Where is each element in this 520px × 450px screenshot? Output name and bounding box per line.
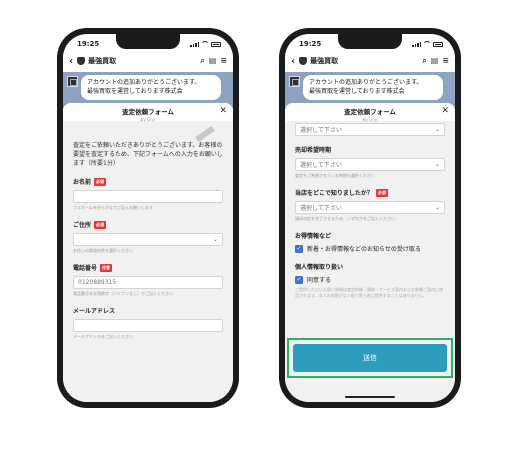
note-icon[interactable]: ▤	[209, 56, 217, 66]
close-icon[interactable]: ✕	[219, 106, 227, 116]
menu-icon[interactable]: ≡	[442, 56, 449, 66]
status-time: 19:25	[77, 40, 100, 48]
phone-right: 19:25 ‹ 最強買取 ⌕ ▤ ≡ アカウントの追加ありがとうございます。 最…	[279, 28, 461, 408]
phone-input[interactable]: 0120889315	[73, 276, 223, 289]
signal-icon	[412, 41, 421, 47]
name-label: お名前 必須	[73, 177, 223, 186]
form-subtitle: by Liny	[362, 117, 378, 122]
bubble-line: アカウントの追加ありがとうございます。	[309, 79, 423, 86]
deals-label: お得情報など	[295, 231, 445, 240]
privacy-checkbox-row[interactable]: ✓ 同意する	[295, 275, 445, 284]
form-header: 査定依頼フォーム by Liny ✕	[285, 103, 455, 122]
chat-bubble: アカウントの追加ありがとうございます。 最強買取を運営しております株式会	[303, 75, 443, 100]
submit-highlight: 送信	[287, 338, 453, 378]
phone-left: 19:25 ‹ 最強買取 ⌕ ▤ ≡ アカウントの追加ありがとうございます。 最…	[57, 28, 239, 408]
bubble-line: 最強買取を運営しております株式会	[309, 87, 405, 95]
submit-button[interactable]: 送信	[293, 344, 447, 372]
phone-hint: 電話番号を半角数字（ハイフンなし）でご記入ください	[73, 291, 173, 296]
phone-label-text: 電話番号	[73, 265, 98, 272]
name-hint: フルネームをひらがなでご記入お願いします	[73, 205, 153, 210]
source-select[interactable]: 選択して下さい ⌄	[295, 201, 445, 214]
required-badge: 必須	[94, 177, 107, 186]
shield-icon	[299, 57, 308, 65]
chat-title: 最強買取	[310, 57, 339, 65]
menu-icon[interactable]: ≡	[220, 56, 227, 66]
name-input[interactable]	[73, 190, 223, 203]
form-sheet: 査定依頼フォーム by Liny ✕ 選択して下さい ⌄ 売却希望時期 選択して…	[285, 103, 455, 402]
screen-right: 19:25 ‹ 最強買取 ⌕ ▤ ≡ アカウントの追加ありがとうございます。 最…	[285, 34, 455, 402]
address-label: ご住所 必須	[73, 220, 223, 229]
chat-header: ‹ 最強買取 ⌕ ▤ ≡	[285, 50, 455, 72]
wifi-icon	[423, 41, 431, 47]
chat-header: ‹ 最強買取 ⌕ ▤ ≡	[63, 50, 233, 72]
back-icon[interactable]: ‹	[69, 56, 73, 67]
form-intro: 査定をご依頼いただきありがとうございます。お客様の要望を査定するため、下記フォー…	[73, 142, 223, 167]
select-placeholder: 選択して下さい	[300, 162, 342, 169]
deals-checkbox-label: 新着・お得情報などのお知らせの受け取る	[307, 246, 421, 253]
select-placeholder: 選択して下さい	[300, 127, 342, 134]
privacy-checkbox-label: 同意する	[307, 277, 332, 284]
phone-placeholder: 0120889315	[78, 279, 117, 286]
privacy-label-text: 個人情報取り扱い	[295, 264, 344, 271]
wifi-icon	[201, 41, 209, 47]
notch	[338, 34, 402, 49]
shield-icon	[77, 57, 86, 65]
bubble-line: 最強買取を運営しております株式会	[87, 87, 183, 95]
screen-left: 19:25 ‹ 最強買取 ⌕ ▤ ≡ アカウントの追加ありがとうございます。 最…	[63, 34, 233, 402]
sale-label: 売却希望時期	[295, 145, 445, 154]
home-indicator	[345, 396, 395, 398]
required-badge: 必須	[375, 188, 388, 197]
chevron-down-icon: ⌄	[434, 126, 440, 133]
optional-badge: 任意	[100, 263, 113, 272]
phone-label: 電話番号 任意	[73, 263, 223, 272]
form-title: 査定依頼フォーム	[344, 108, 396, 116]
avatar[interactable]	[289, 76, 300, 87]
search-icon[interactable]: ⌕	[422, 56, 426, 66]
chevron-down-icon: ⌄	[434, 161, 440, 168]
note-icon[interactable]: ▤	[431, 56, 439, 66]
chevron-down-icon: ⌄	[212, 236, 218, 243]
source-label-text: 当店をどこで知りましたか？	[295, 190, 373, 197]
email-input[interactable]	[73, 319, 223, 332]
address-hint: お住いの都道府県を選択ください	[73, 248, 133, 253]
source-hint: 媒体決定を完了させるため、いずれかをご記入ください	[295, 216, 395, 221]
chevron-down-icon: ⌄	[434, 204, 440, 211]
privacy-notice: ご提供いただいた個人情報は査定依頼・買取・サービス案内および各種ご案内に使用され…	[295, 287, 443, 298]
name-label-text: お名前	[73, 179, 92, 186]
privacy-label: 個人情報取り扱い	[295, 262, 445, 271]
form-sheet: 査定依頼フォーム by Liny ✕ 査定をご依頼いただきありがとうございます。…	[63, 103, 233, 402]
battery-icon	[211, 41, 221, 47]
battery-icon	[433, 41, 443, 47]
pen-icon	[195, 125, 215, 143]
search-icon[interactable]: ⌕	[200, 56, 204, 66]
status-time: 19:25	[299, 40, 322, 48]
email-hint: メールアドレスをご記入ください	[73, 334, 133, 339]
checkbox-checked-icon[interactable]: ✓	[295, 275, 303, 284]
form-subtitle: by Liny	[140, 117, 156, 122]
source-label: 当店をどこで知りましたか？ 必須	[295, 188, 445, 197]
deals-label-text: お得情報など	[295, 233, 332, 240]
address-select[interactable]: 選択して下さい ⌄	[295, 123, 445, 136]
deals-checkbox-row[interactable]: ✓ 新着・お得情報などのお知らせの受け取る	[295, 244, 445, 253]
email-label-text: メールアドレス	[73, 308, 116, 315]
sale-hint: 査定をご希望されている時期を選択ください	[295, 173, 375, 178]
back-icon[interactable]: ‹	[291, 56, 295, 67]
chat-bubble: アカウントの追加ありがとうございます。 最強買取を運営しております株式会	[81, 75, 221, 100]
notch	[116, 34, 180, 49]
email-label: メールアドレス	[73, 306, 223, 315]
sale-select[interactable]: 選択して下さい ⌄	[295, 158, 445, 171]
bubble-line: アカウントの追加ありがとうございます。	[87, 79, 201, 86]
sale-label-text: 売却希望時期	[295, 147, 332, 154]
form-title: 査定依頼フォーム	[122, 108, 174, 116]
address-select[interactable]: ⌄	[73, 233, 223, 246]
form-header: 査定依頼フォーム by Liny ✕	[63, 103, 233, 122]
select-placeholder: 選択して下さい	[300, 205, 342, 212]
required-badge: 必須	[94, 220, 107, 229]
close-icon[interactable]: ✕	[441, 106, 449, 116]
avatar[interactable]	[67, 76, 78, 87]
address-label-text: ご住所	[73, 222, 92, 229]
checkbox-checked-icon[interactable]: ✓	[295, 244, 303, 253]
chat-title: 最強買取	[88, 57, 117, 65]
signal-icon	[190, 41, 199, 47]
